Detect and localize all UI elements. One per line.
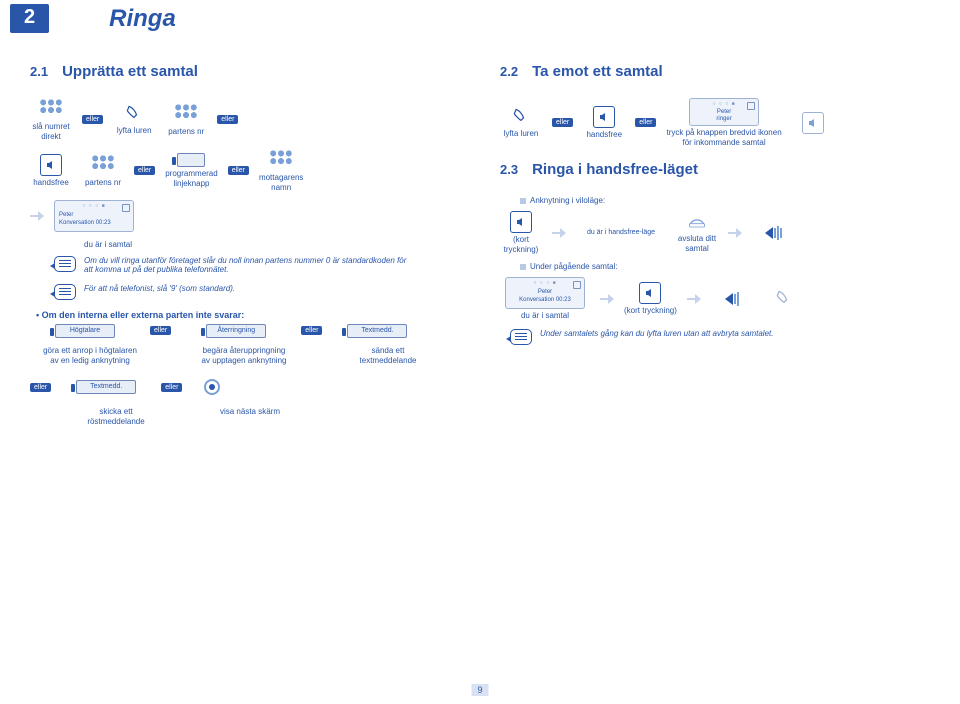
- caption-hogtalare: göra ett anrop i högtalaren av en ledig …: [30, 346, 150, 365]
- caption-aterringning: begära återuppringning av upptagen ankny…: [184, 346, 304, 365]
- section-2-1-number: 2.1: [30, 64, 48, 79]
- softkey-textmedd[interactable]: Textmedd.: [347, 324, 407, 338]
- tip-icon: [510, 329, 532, 345]
- phone-display: ○ ○ ○ ■ Peter Konversation 00:23: [54, 200, 134, 232]
- keypad-icon: [90, 154, 116, 176]
- section-2-2-number: 2.2: [500, 64, 518, 79]
- softkey-textmedd-2[interactable]: Textmedd.: [76, 380, 136, 394]
- keypad-icon: [38, 98, 64, 120]
- softkey-aterringning[interactable]: Återringning: [206, 324, 266, 338]
- arrow-icon: [552, 228, 566, 238]
- phone-display: ○ ○ ○ ■ Peter Konversation 00:23: [505, 277, 585, 309]
- display-caller-name: Peter: [59, 212, 129, 219]
- caption-short-press: (kort tryckning): [504, 235, 539, 254]
- or-badge: eller: [82, 115, 103, 124]
- display-incoming-text: Peter ringer: [694, 109, 754, 123]
- caption-in-call: du är i samtal: [521, 311, 569, 321]
- softkey-hogtalare[interactable]: Högtalare: [55, 324, 115, 338]
- alpha-keypad-icon: [268, 149, 294, 171]
- no-answer-heading: • Om den interna eller externa parten in…: [36, 310, 460, 320]
- subhead-idle: Anknytning i viloläge:: [530, 196, 605, 205]
- incoming-key-icon: [802, 112, 824, 134]
- speaker-icon: [510, 211, 532, 233]
- or-badge: eller: [161, 383, 182, 392]
- handset-on-cradle-icon: [685, 212, 709, 232]
- arrow-icon: [30, 211, 44, 221]
- caption-recipient-name: mottagarens namn: [259, 173, 303, 192]
- arrow-icon: [687, 294, 701, 304]
- caption-lift-handset: lyfta luren: [504, 129, 539, 139]
- speaker-wave-icon: [717, 288, 747, 310]
- section-2-2-title: Ta emot ett samtal: [532, 63, 663, 80]
- section-2-3-title: Ringa i handsfree-läget: [532, 161, 698, 178]
- or-badge: eller: [217, 115, 238, 124]
- caption-short-press-2: (kort tryckning): [624, 306, 677, 316]
- caption-partner-number: partens nr: [85, 178, 121, 188]
- or-badge: eller: [301, 326, 322, 335]
- nav-ring-icon: [200, 375, 226, 399]
- arrow-icon: [600, 294, 614, 304]
- subhead-during-call: Under pågående samtal:: [530, 262, 618, 271]
- line-key-icon: [177, 153, 205, 167]
- speaker-icon: [40, 154, 62, 176]
- or-badge: eller: [134, 166, 155, 175]
- handset-icon: [122, 104, 146, 124]
- tip-dial-out: Om du vill ringa utanför företaget slår …: [84, 256, 414, 274]
- chapter-number: 2: [10, 4, 49, 33]
- section-2-3-number: 2.3: [500, 162, 518, 177]
- phone-display-incoming: ○ ○ ○ ■ Peter ringer: [689, 98, 759, 126]
- caption-lift-handset: lyfta luren: [117, 126, 152, 136]
- caption-next-screen: visa nästa skärm: [200, 407, 300, 417]
- caption-handsfree: handsfree: [586, 130, 622, 140]
- chapter-title: Ringa: [109, 5, 176, 33]
- softkey-aterringning-label: Återringning: [217, 327, 255, 335]
- speaker-wave-icon: [758, 222, 788, 244]
- caption-handsfree: handsfree: [33, 178, 69, 188]
- tip-icon: [54, 256, 76, 272]
- arrow-icon: [728, 228, 742, 238]
- softkey-hogtalare-label: Högtalare: [70, 327, 100, 335]
- softkey-textmedd-2-label: Textmedd.: [90, 383, 122, 391]
- display-call-status: Konversation 00:23: [510, 297, 580, 304]
- or-badge: eller: [30, 383, 51, 392]
- or-badge: eller: [635, 118, 656, 127]
- display-caller-name: Peter: [510, 289, 580, 296]
- no-answer-heading-text: Om den interna eller externa parten inte…: [42, 310, 245, 320]
- tip-operator: För att nå telefonist, slå '9' (som stan…: [84, 284, 235, 293]
- page-number: 9: [471, 684, 488, 696]
- or-badge: eller: [552, 118, 573, 127]
- handset-icon: [772, 289, 796, 309]
- softkey-textmedd-label: Textmedd.: [361, 327, 393, 335]
- speaker-icon: [593, 106, 615, 128]
- speaker-icon: [639, 282, 661, 304]
- display-call-status: Konversation 00:23: [59, 220, 129, 227]
- caption-textmedd: sända ett textmeddelande: [338, 346, 438, 365]
- tip-icon: [54, 284, 76, 300]
- caption-handsfree-mode: du är i handsfree-läge: [587, 229, 655, 237]
- caption-press-incoming-icon: tryck på knappen bredvid ikonen för inko…: [666, 128, 781, 147]
- caption-in-call: du är i samtal: [84, 240, 460, 250]
- keypad-icon: [173, 103, 199, 125]
- caption-dial-direct: slå numret direkt: [32, 122, 69, 141]
- caption-end-call: avsluta ditt samtal: [678, 234, 716, 253]
- section-2-1-title: Upprätta ett samtal: [62, 63, 198, 80]
- or-badge: eller: [150, 326, 171, 335]
- caption-voicemail: skicka ett röstmeddelande: [66, 407, 166, 426]
- caption-partner-number: partens nr: [168, 127, 204, 137]
- caption-programmed-line-key: programmerad linjeknapp: [165, 169, 217, 188]
- tip-lift-handset-during-call: Under samtalets gång kan du lyfta luren …: [540, 329, 773, 338]
- or-badge: eller: [228, 166, 249, 175]
- handset-icon: [509, 107, 533, 127]
